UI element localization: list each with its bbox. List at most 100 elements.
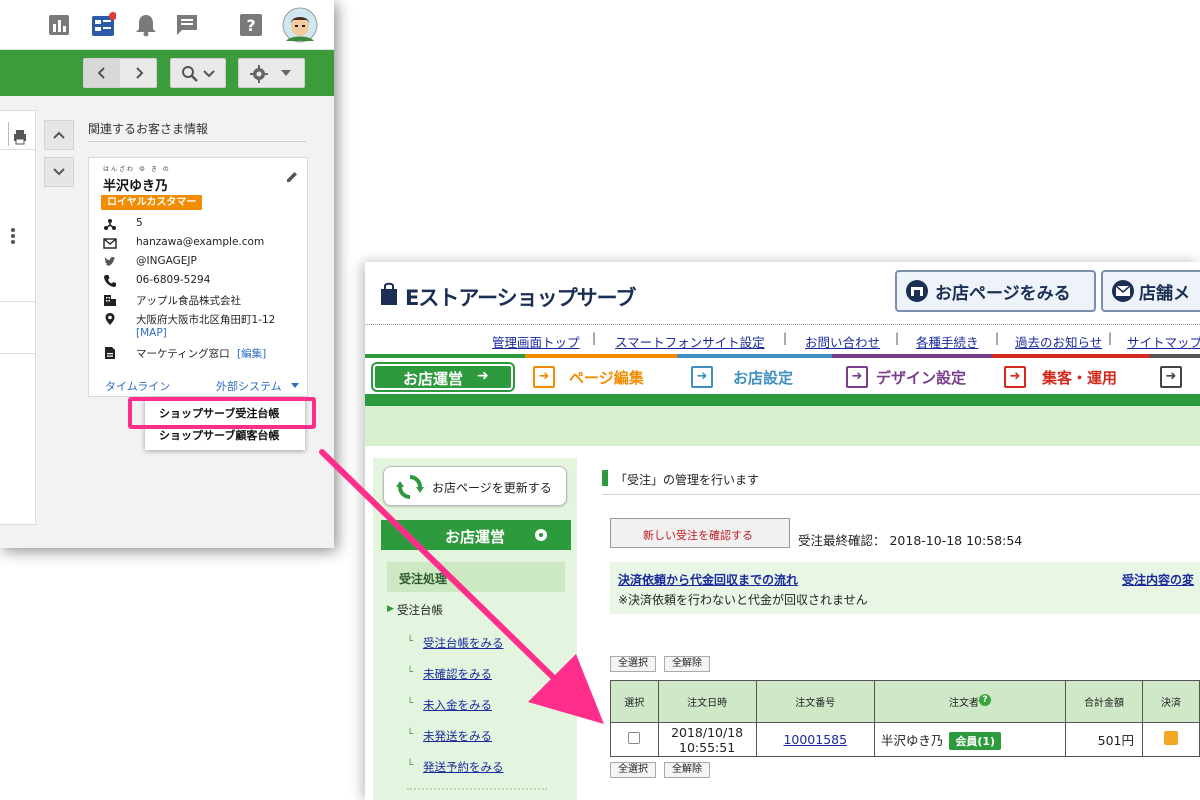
print-icon[interactable] (12, 129, 28, 145)
toplink-past-news[interactable]: 過去のお知らせ (1015, 332, 1102, 351)
timeline-link[interactable]: タイムライン (105, 378, 170, 394)
tab-page-edit[interactable]: ➜ ページ編集 (525, 354, 677, 394)
toplink-sitemap[interactable]: サイトマップ (1127, 332, 1200, 351)
shop-menu-label: 店舗メ (1139, 284, 1190, 304)
map-pin-icon (105, 313, 115, 325)
column-header-total: 合計金額 (1065, 680, 1143, 723)
payment-cell (1141, 722, 1200, 757)
sidebar-link-unshipped[interactable]: 未発送をみる (423, 728, 492, 744)
chevron-down-icon (203, 70, 215, 78)
edit-pencil-icon[interactable] (285, 170, 299, 184)
clear-all-button-bottom[interactable]: 全解除 (664, 762, 710, 778)
payment-note: ※決済依頼を行わないと代金が回収されません (618, 593, 868, 607)
next-button[interactable] (121, 59, 157, 87)
separator: | (1108, 331, 1113, 345)
last-check-time: 受注最終確認： 2018-10-18 10:58:54 (798, 533, 1023, 548)
arrow-right-icon: ➜ (533, 366, 555, 388)
chevron-up-icon (53, 131, 65, 139)
nav-underline (365, 394, 1200, 406)
bell-icon[interactable] (133, 12, 159, 38)
shop-icon (906, 280, 928, 302)
column-header-select: 選択 (610, 680, 659, 723)
tab-design-settings[interactable]: ➜ デザイン設定 (832, 354, 992, 394)
total-cell: 501円 (1065, 722, 1143, 757)
order-date-cell: 2018/10/18 10:55:51 (657, 722, 757, 757)
connections-count: 5 (136, 217, 143, 229)
related-customer-title: 関連するお客さま情報 (88, 122, 209, 136)
twitter-value: @INGAGEJP (136, 255, 197, 267)
scroll-down-button[interactable] (44, 157, 74, 187)
divider (602, 494, 1200, 495)
row-checkbox[interactable] (628, 732, 641, 744)
chat-icon[interactable] (174, 12, 200, 38)
document-icon (105, 347, 115, 359)
shop-menu-button[interactable]: 店舗メ (1101, 270, 1200, 312)
company-value: アップル食品株式会社 (136, 295, 241, 307)
settings-button[interactable] (238, 58, 305, 88)
payment-status-icon[interactable] (1163, 731, 1178, 745)
address-value: 大阪府大阪市北区角田町1-12 (136, 314, 276, 326)
member-badge[interactable]: 会員(1) (949, 731, 1002, 750)
sidebar-link-scheduled-shipping[interactable]: 発送予約をみる (423, 759, 504, 775)
tab-label: ページ編集 (569, 369, 644, 387)
phone-value: 06-6809-5294 (136, 274, 211, 286)
circle-dot-icon (535, 529, 547, 541)
more-vert-icon[interactable] (10, 227, 16, 245)
select-cell (610, 722, 659, 757)
toplink-procedures[interactable]: 各種手続き (916, 332, 979, 351)
avatar[interactable] (282, 7, 318, 43)
order-no-link[interactable]: 10001585 (783, 732, 847, 747)
tab-shop-settings[interactable]: ➜ お店設定 (677, 354, 832, 394)
check-new-orders-button[interactable]: 新しい受注を確認する (610, 518, 790, 548)
shopping-bag-icon (381, 282, 397, 305)
crm-topbar: ? (0, 0, 334, 50)
prev-button[interactable] (84, 59, 120, 87)
clear-all-button-top[interactable]: 全解除 (664, 656, 710, 672)
board-icon[interactable] (90, 12, 116, 38)
search-button[interactable] (170, 58, 226, 88)
help-icon[interactable]: ? (238, 12, 264, 38)
order-change-link[interactable]: 受注内容の変 (1122, 571, 1194, 588)
sidebar-link-order-ledger[interactable]: 受注台帳をみる (423, 635, 504, 651)
order-no-cell: 10001585 (755, 722, 875, 757)
tab-more[interactable]: ➜ (1150, 354, 1200, 394)
tree-branch-icon: └ (407, 667, 414, 678)
customer-rank-badge: ロイヤルカスタマー (101, 195, 203, 210)
toplink-smartphone[interactable]: スマートフォンサイト設定 (615, 332, 765, 351)
sidebar-link-unpaid[interactable]: 未入金をみる (423, 697, 492, 713)
toplink-contact[interactable]: お問い合わせ (805, 332, 880, 351)
payment-flow-link[interactable]: 決済依頼から代金回収までの流れ (618, 571, 798, 588)
help-icon[interactable]: ? (979, 694, 991, 706)
edit-link[interactable]: [編集] (237, 346, 266, 361)
divider (0, 149, 36, 150)
map-link[interactable]: [MAP] (136, 327, 167, 339)
sidebar-link-unconfirmed[interactable]: 未確認をみる (423, 666, 492, 682)
toplink-admin-top[interactable]: 管理画面トップ (492, 332, 580, 351)
shop-window: Eストアーショップサーブ お店ページをみる 店舗メ 管理画面トップ | スマート… (365, 262, 1200, 800)
share-icon (104, 219, 116, 230)
info-box: 決済依頼から代金回収までの流れ 受注内容の変 ※決済依頼を行わないと代金が回収さ… (610, 562, 1200, 614)
tree-branch-icon: └ (407, 698, 414, 709)
select-all-button-bottom[interactable]: 全選択 (610, 762, 656, 778)
column-header-customer: 注文者? (873, 680, 1067, 723)
chart-icon[interactable] (46, 12, 72, 38)
tab-shop-operation[interactable]: お店運営 ➜ (365, 354, 525, 394)
scroll-up-button[interactable] (44, 120, 74, 150)
view-shop-button[interactable]: お店ページをみる (895, 270, 1096, 312)
tab-marketing[interactable]: ➜ 集客・運用 (992, 354, 1150, 394)
divider (407, 788, 547, 790)
refresh-label: お店ページを更新する (432, 481, 552, 495)
external-system-link[interactable]: 外部システム (216, 378, 282, 394)
sidebar-subheader-label: 受注処理 (399, 572, 448, 586)
triangle-right-icon: ▶ (387, 604, 394, 614)
arrow-right-icon: ➜ (477, 368, 489, 384)
building-icon (104, 295, 116, 306)
sidebar-subheader[interactable]: 受注処理 (387, 562, 565, 592)
separator: | (783, 331, 788, 345)
note-value: マーケティング窓口 (136, 348, 230, 360)
refresh-shop-button[interactable]: お店ページを更新する (383, 466, 567, 506)
dropdown-item-customer-ledger[interactable]: ショップサーブ顧客台帳 (159, 427, 279, 443)
twitter-icon (104, 256, 116, 267)
caret-down-icon (291, 383, 299, 388)
select-all-button-top[interactable]: 全選択 (610, 656, 656, 672)
